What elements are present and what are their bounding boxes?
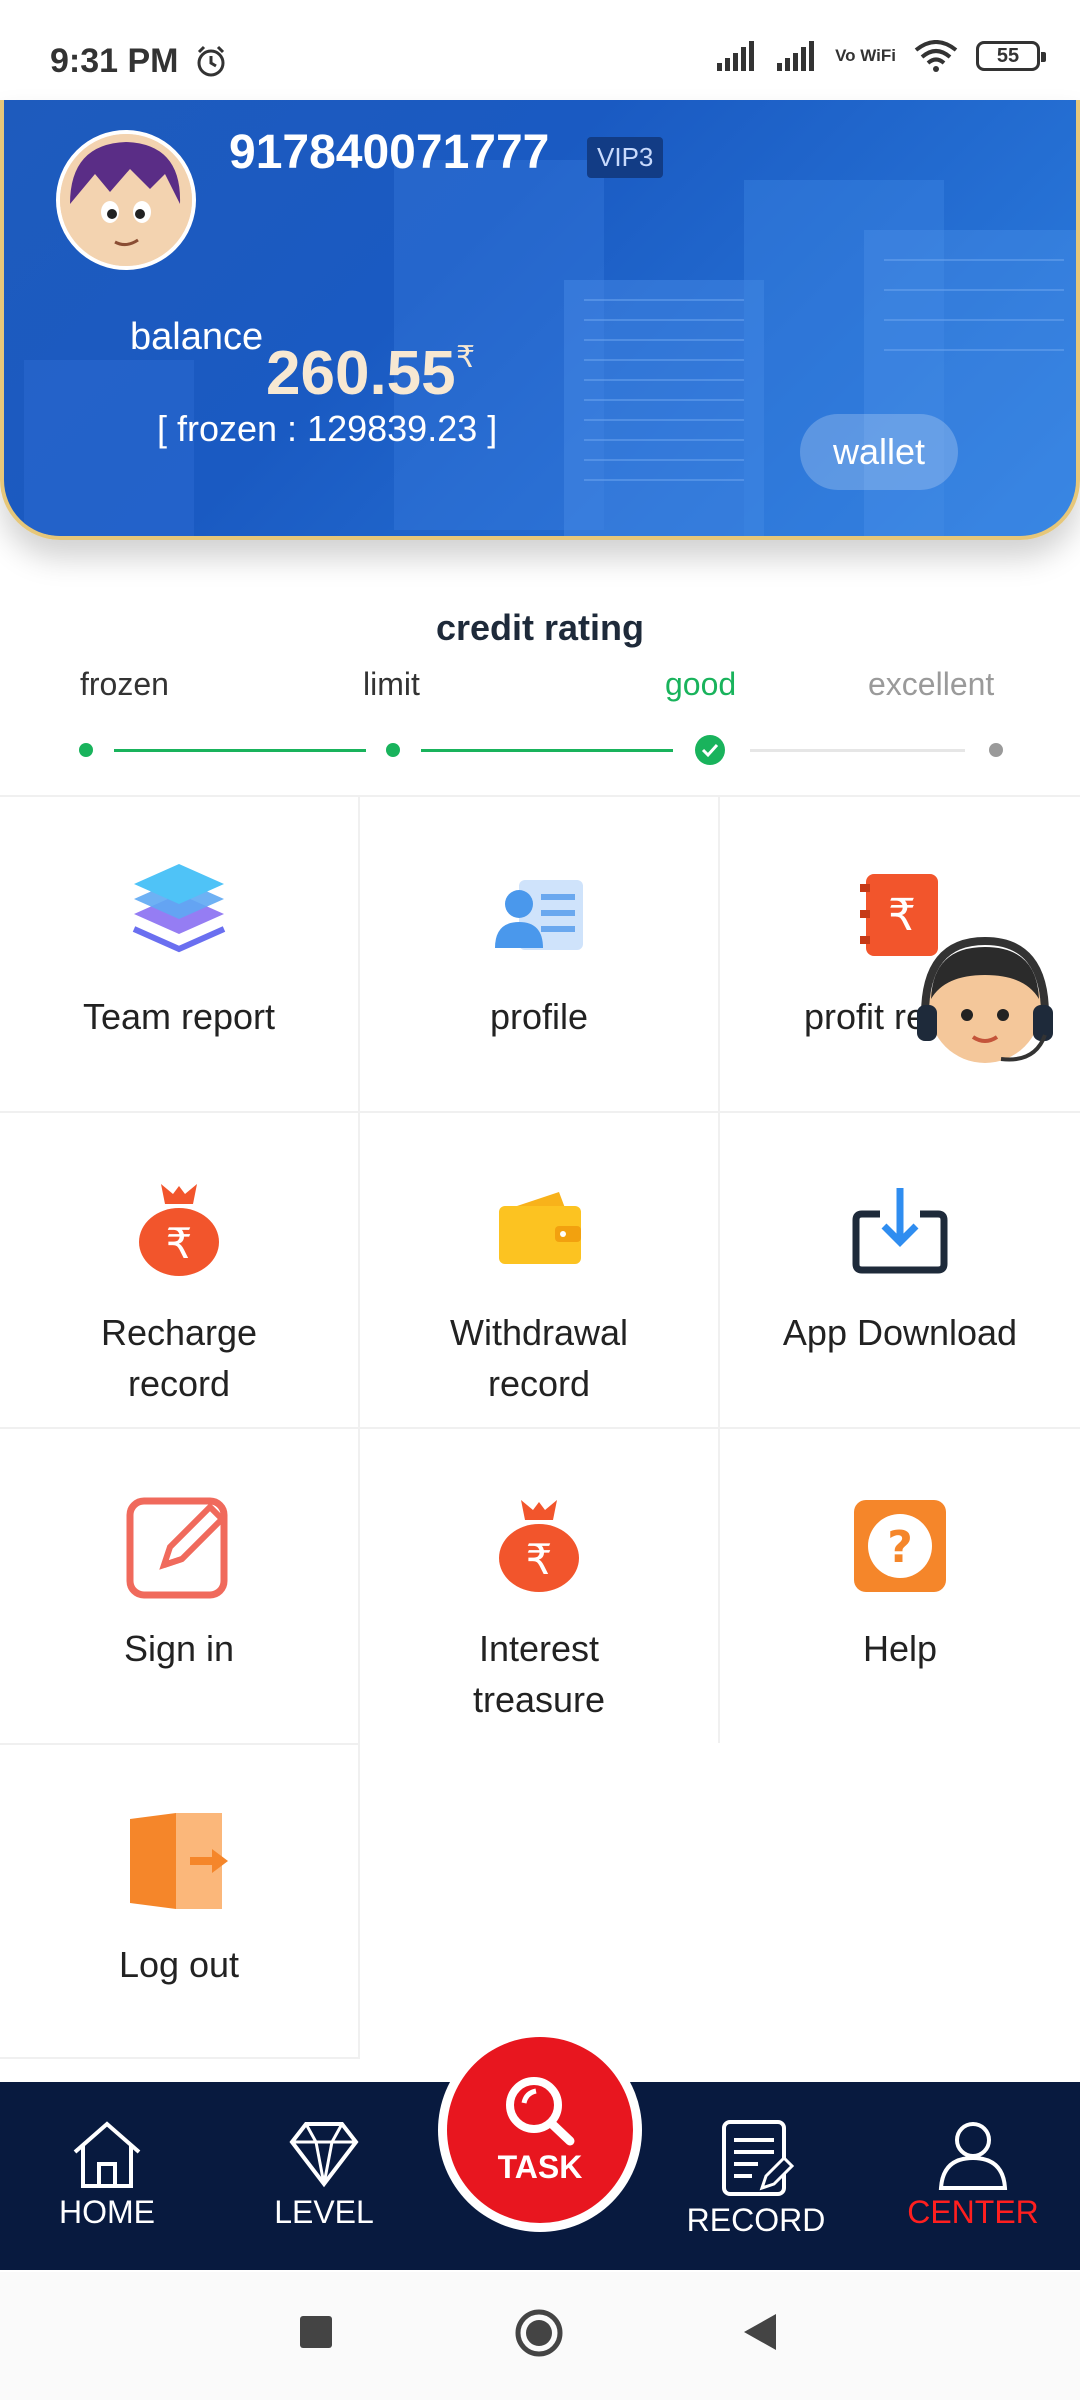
credit-level-good: good [665,666,737,702]
svg-text:₹: ₹ [888,890,916,941]
balance-label: balance [130,316,264,358]
download-icon [852,1188,948,1274]
headset-agent-icon [917,936,1053,1063]
status-bar: 9:31 PM Vo WiFi 55 [0,0,1080,100]
frozen-amount: [ frozen : 129839.23 ] [157,408,498,449]
user-icon [938,2122,1008,2190]
menu-label: App Download [782,1312,1018,1353]
nav-record-label: RECORD [686,2202,826,2238]
menu-label: Team report [82,996,276,1037]
back-icon[interactable] [742,2312,778,2352]
nav-record[interactable]: RECORD [666,2082,846,2270]
menu-sign-in[interactable]: Sign in [0,1427,360,1743]
credit-level-frozen: frozen [80,666,169,702]
vip-badge: VIP3 [587,137,664,178]
account-card: 917840071777 VIP3 balance 260.55 ₹ [ fro… [0,100,1080,540]
avatar-icon [60,134,192,266]
home-circle-icon[interactable] [514,2308,564,2358]
avatar[interactable] [56,130,196,270]
nav-center[interactable]: CENTER [883,2082,1063,2270]
question-icon: ? [854,1500,946,1592]
menu-app-download[interactable]: App Download [720,1111,1080,1427]
system-nav-bar [0,2272,1080,2400]
menu-label: Withdrawal record [449,1312,629,1404]
logout-icon [130,1813,228,1909]
nav-level-label: LEVEL [274,2194,374,2230]
task-button[interactable]: TASK [438,2028,642,2232]
status-time: 9:31 PM [50,42,179,80]
customer-support-button[interactable] [905,935,1065,1075]
balance-value: 260.55 [266,339,456,408]
menu-label: Help [862,1628,938,1669]
money-bag-icon: ₹ [139,1184,219,1276]
money-bag-icon: ₹ [499,1500,579,1592]
vowifi-indicator: Vo WiFi [835,46,896,65]
check-circle-icon [695,735,725,765]
nav-center-label: CENTER [907,2194,1039,2230]
wallet-button[interactable]: wallet [800,414,958,490]
edit-icon [126,1497,228,1599]
signal-icon-2 [777,41,815,71]
menu-label: profile [489,996,589,1037]
nav-home-label: HOME [59,2194,155,2230]
menu-label: Sign in [123,1628,235,1669]
credit-track-segment [750,749,965,752]
credit-dot-frozen [79,743,93,757]
credit-track-segment [421,749,673,752]
menu-label: Interest treasure [472,1628,606,1720]
alarm-icon [197,45,225,77]
profile-card-icon [495,880,583,950]
diamond-icon [289,2122,359,2188]
menu-label: Recharge record [100,1312,258,1404]
account-phone: 917840071777 [229,126,550,179]
home-icon [73,2121,141,2188]
nav-level[interactable]: LEVEL [234,2082,414,2270]
signal-icon [717,41,755,71]
recent-apps-icon[interactable] [298,2314,334,2350]
credit-rating-title: credit rating [435,607,645,648]
layers-icon [132,864,226,953]
currency-symbol: ₹ [456,341,476,374]
menu-label: Log out [118,1944,240,1985]
record-icon [722,2120,794,2196]
menu-profile[interactable]: profile [360,795,720,1111]
menu-team-report[interactable]: Team report [0,795,360,1111]
menu-help[interactable]: ? Help [720,1427,1080,1743]
svg-text:₹: ₹ [526,1535,553,1584]
menu-withdrawal-record[interactable]: Withdrawal record [360,1111,720,1427]
menu-recharge-record[interactable]: ₹ Recharge record [0,1111,360,1427]
credit-dot-limit [386,743,400,757]
credit-dot-excellent [989,743,1003,757]
svg-text:₹: ₹ [166,1219,193,1268]
menu-log-out[interactable]: Log out [0,1743,360,2059]
task-label: TASK [497,2148,583,2185]
battery-indicator: 55 [976,41,1046,71]
credit-track-segment [114,749,366,752]
menu-interest-treasure[interactable]: ₹ Interest treasure [360,1427,720,1743]
svg-text:?: ? [887,1522,913,1573]
nav-home[interactable]: HOME [17,2082,197,2270]
credit-level-limit: limit [363,666,420,702]
credit-level-excellent: excellent [868,666,995,702]
wifi-icon [914,40,958,72]
wallet-icon [499,1192,581,1264]
search-icon [506,2076,575,2145]
